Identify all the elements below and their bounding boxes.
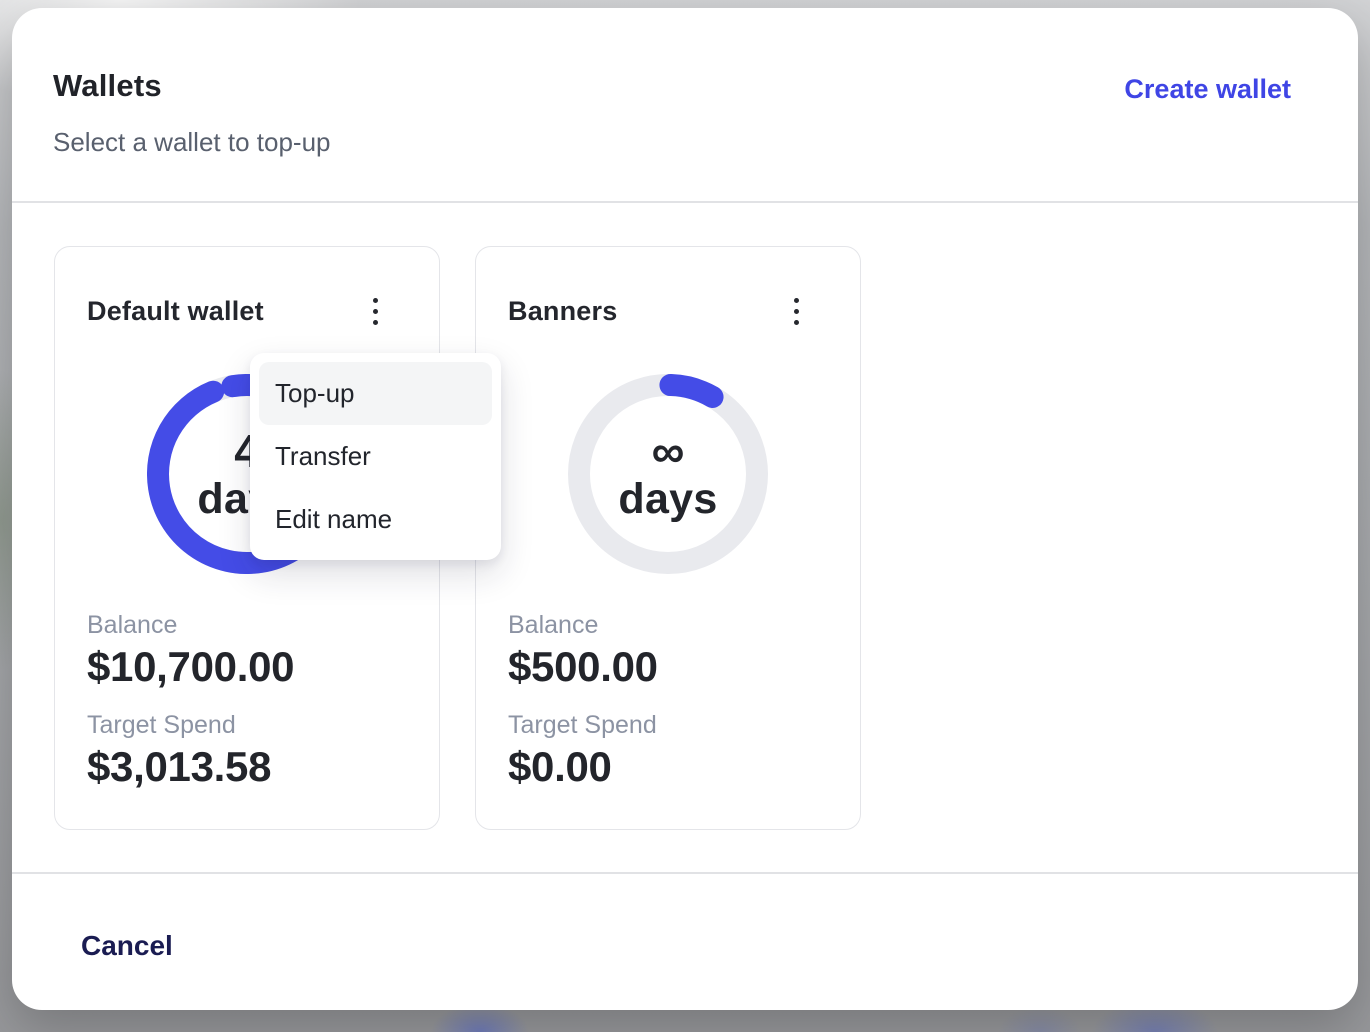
days-remaining-ring: ∞ days (568, 374, 768, 574)
page-subtitle: Select a wallet to top-up (53, 127, 331, 158)
target-spend-label: Target Spend (87, 710, 294, 740)
days-value: ∞ (652, 428, 685, 474)
target-spend-value: $0.00 (508, 743, 658, 791)
cancel-button[interactable]: Cancel (81, 930, 173, 962)
wallets-dialog: Wallets Select a wallet to top-up Create… (12, 8, 1358, 1010)
header-divider (12, 201, 1358, 203)
wallet-card-banners[interactable]: Banners ∞ days Balance $500.00 Target Sp… (475, 246, 861, 830)
balance-label: Balance (87, 610, 294, 640)
create-wallet-button[interactable]: Create wallet (1124, 74, 1291, 105)
balance-label: Balance (508, 610, 658, 640)
balance-value: $500.00 (508, 643, 658, 691)
wallet-context-menu: Top-up Transfer Edit name (250, 353, 501, 560)
wallet-name: Banners (508, 296, 617, 327)
menu-item-edit-name[interactable]: Edit name (259, 488, 492, 551)
target-spend-value: $3,013.58 (87, 743, 294, 791)
target-spend-label: Target Spend (508, 710, 658, 740)
kebab-menu-icon[interactable] (782, 295, 810, 327)
kebab-menu-icon[interactable] (361, 295, 389, 327)
days-unit: days (618, 478, 717, 521)
balance-value: $10,700.00 (87, 643, 294, 691)
page-title: Wallets (53, 68, 162, 104)
menu-item-transfer[interactable]: Transfer (259, 425, 492, 488)
wallet-name: Default wallet (87, 296, 264, 327)
menu-item-top-up[interactable]: Top-up (259, 362, 492, 425)
footer-divider (12, 872, 1358, 874)
